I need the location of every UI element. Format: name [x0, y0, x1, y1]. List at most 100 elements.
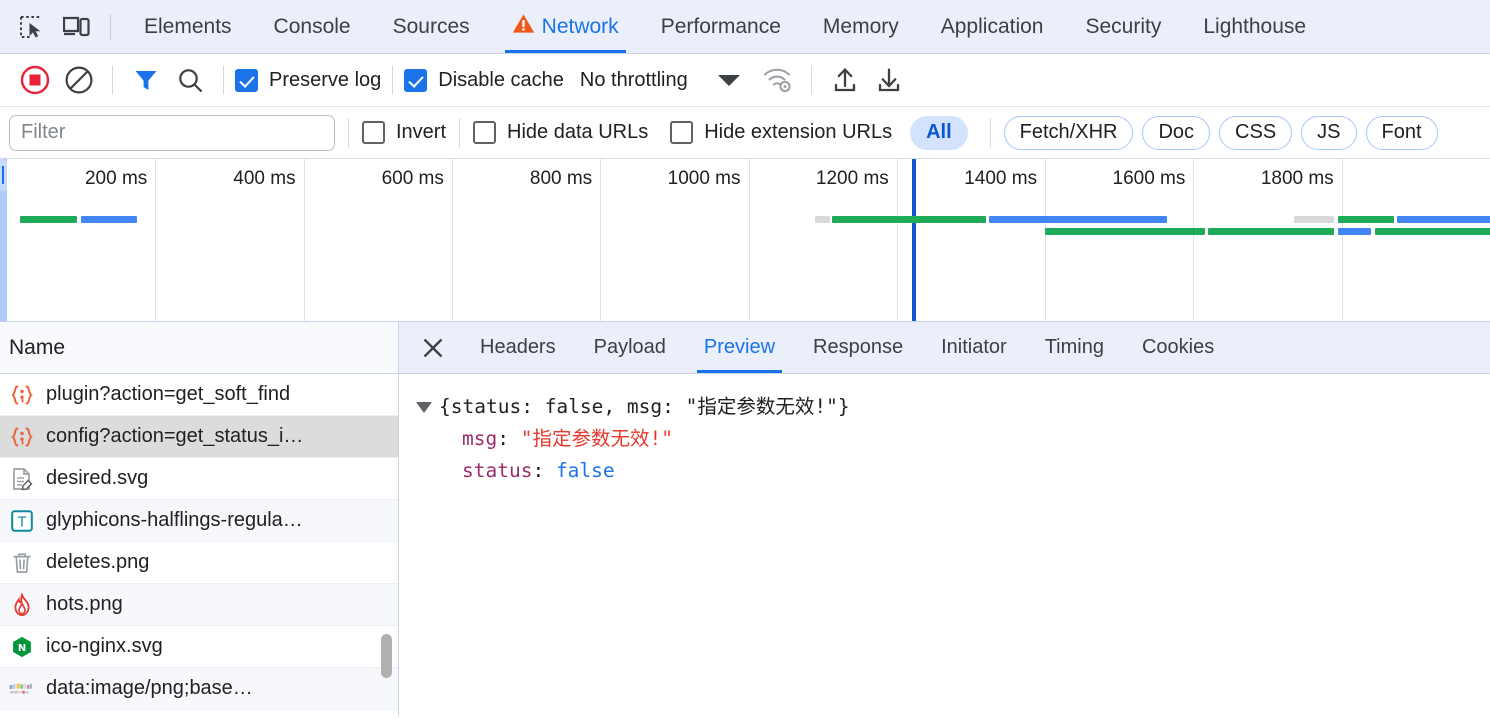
- request-list-scrollbar[interactable]: [381, 634, 392, 678]
- json-summary-value-2: "指定参数无效!": [685, 395, 838, 418]
- network-timeline-overview[interactable]: 200 ms 400 ms 600 ms 800 ms 1000 ms 1200 ms 14…: [0, 159, 1490, 322]
- toolbar-divider: [223, 66, 224, 94]
- pill-label: All: [926, 121, 952, 143]
- tab-elements[interactable]: Elements: [123, 0, 253, 53]
- toolbar-divider: [810, 66, 812, 94]
- request-row[interactable]: Nico-nginx.svg: [0, 626, 398, 668]
- pill-label: Font: [1381, 121, 1422, 143]
- tab-security[interactable]: Security: [1064, 0, 1182, 53]
- request-row[interactable]: hots.png: [0, 584, 398, 626]
- type-filter-doc[interactable]: Doc: [1142, 115, 1211, 150]
- json-separator: :: [497, 427, 521, 450]
- request-row[interactable]: desired.svg: [0, 458, 398, 500]
- flame-image-icon: [9, 592, 35, 618]
- tab-lighthouse[interactable]: Lighthouse: [1182, 0, 1327, 53]
- json-summary-row[interactable]: {status: false, msg: "指定参数无效!"}: [416, 391, 1490, 423]
- detail-tab-response[interactable]: Response: [794, 322, 922, 373]
- json-key: msg: [462, 427, 498, 450]
- network-filter-bar: Invert Hide data URLs Hide extension URL…: [0, 107, 1490, 159]
- request-name-column-header[interactable]: Name: [0, 322, 398, 374]
- invert-label: Invert: [396, 121, 447, 143]
- device-toolbar-icon[interactable]: [54, 6, 98, 48]
- json-value: "指定参数无效!": [520, 427, 673, 450]
- request-row[interactable]: deletes.png: [0, 542, 398, 584]
- request-detail-pane: Headers Payload Preview Response Initiat…: [399, 322, 1490, 716]
- json-brace-open: {: [439, 395, 451, 418]
- detail-tab-preview[interactable]: Preview: [685, 322, 794, 373]
- detail-tab-label: Headers: [480, 336, 556, 358]
- json-summary-sep-1: :: [521, 395, 545, 418]
- devtools-tab-bar: Elements Console Sources Network Perform…: [0, 0, 1490, 54]
- timeline-request-bar: [815, 216, 831, 223]
- chevron-down-icon: [717, 74, 740, 86]
- type-filter-js[interactable]: JS: [1301, 115, 1357, 150]
- tab-performance[interactable]: Performance: [640, 0, 802, 53]
- timeline-tick-label: 1000 ms: [667, 168, 741, 189]
- export-har-icon[interactable]: [867, 58, 911, 102]
- tab-network[interactable]: Network: [491, 0, 640, 53]
- preserve-log-checkbox[interactable]: Preserve log: [235, 68, 381, 92]
- detail-tab-label: Initiator: [941, 336, 1007, 358]
- thumbnail-icon: [9, 676, 35, 702]
- chevron-down-icon[interactable]: [416, 402, 432, 413]
- throttling-dropdown[interactable]: No throttling: [580, 69, 740, 92]
- timeline-gridline: [600, 159, 602, 321]
- overview-left-handle[interactable]: [0, 159, 7, 191]
- type-filter-fetch-xhr[interactable]: Fetch/XHR: [1003, 115, 1134, 150]
- tab-console[interactable]: Console: [253, 0, 372, 53]
- checkbox-box[interactable]: [362, 121, 385, 144]
- import-har-icon[interactable]: [823, 58, 867, 102]
- request-row[interactable]: plugin?action=get_soft_find: [0, 374, 398, 416]
- timeline-request-bar: [1337, 216, 1394, 223]
- invert-checkbox[interactable]: Invert: [362, 121, 446, 144]
- filterbar-divider: [459, 117, 461, 148]
- checkbox-box[interactable]: [473, 121, 497, 144]
- detail-tab-headers[interactable]: Headers: [461, 322, 575, 373]
- request-row[interactable]: data:image/png;base…: [0, 668, 398, 710]
- detail-tab-timing[interactable]: Timing: [1026, 322, 1123, 373]
- filter-input[interactable]: [9, 114, 335, 151]
- checkbox-box[interactable]: [404, 68, 428, 92]
- tab-sources[interactable]: Sources: [372, 0, 491, 53]
- close-icon[interactable]: [413, 328, 453, 368]
- timeline-gridline: [896, 159, 898, 321]
- json-value: false: [555, 459, 615, 482]
- type-filter-css[interactable]: CSS: [1219, 115, 1293, 150]
- checkbox-box[interactable]: [670, 121, 694, 144]
- search-icon[interactable]: [168, 58, 212, 102]
- request-name: ico-nginx.svg: [46, 635, 163, 657]
- timeline-tick-label: 600 ms: [381, 168, 444, 189]
- tab-memory[interactable]: Memory: [802, 0, 920, 53]
- type-filter-font[interactable]: Font: [1365, 115, 1438, 150]
- timeline-tick-label: 1400 ms: [964, 168, 1038, 189]
- pill-label: CSS: [1235, 121, 1277, 143]
- detail-tab-label: Preview: [703, 336, 776, 358]
- clear-icon[interactable]: [57, 58, 101, 102]
- tab-label: Network: [541, 14, 619, 38]
- filterbar-divider: [348, 117, 349, 148]
- request-row[interactable]: config?action=get_status_i…: [0, 416, 398, 458]
- trash-image-icon: [9, 550, 35, 576]
- hide-extension-urls-checkbox[interactable]: Hide extension URLs: [670, 121, 892, 144]
- inspect-element-icon[interactable]: [10, 6, 54, 48]
- warning-triangle-icon: [512, 13, 535, 40]
- detail-tab-cookies[interactable]: Cookies: [1123, 322, 1233, 373]
- tab-label: Elements: [144, 14, 232, 38]
- document-icon: [9, 466, 35, 492]
- record-stop-icon[interactable]: [13, 58, 57, 102]
- hide-data-urls-checkbox[interactable]: Hide data URLs: [473, 121, 648, 144]
- pill-label: JS: [1317, 121, 1341, 143]
- json-summary-sep-2: :: [662, 395, 686, 418]
- request-row[interactable]: Tglyphicons-halflings-regula…: [0, 500, 398, 542]
- timeline-request-bar: [1397, 216, 1490, 223]
- disable-cache-checkbox[interactable]: Disable cache: [404, 68, 564, 92]
- tab-application[interactable]: Application: [920, 0, 1065, 53]
- type-filter-all[interactable]: All: [910, 115, 968, 150]
- checkbox-box[interactable]: [235, 68, 258, 92]
- timeline-gridline: [303, 159, 305, 321]
- detail-tab-payload[interactable]: Payload: [575, 322, 685, 373]
- json-summary-value-1: false: [544, 395, 604, 418]
- detail-tab-initiator[interactable]: Initiator: [922, 322, 1026, 373]
- filter-funnel-icon[interactable]: [124, 58, 168, 102]
- wifi-settings-icon[interactable]: [756, 58, 800, 102]
